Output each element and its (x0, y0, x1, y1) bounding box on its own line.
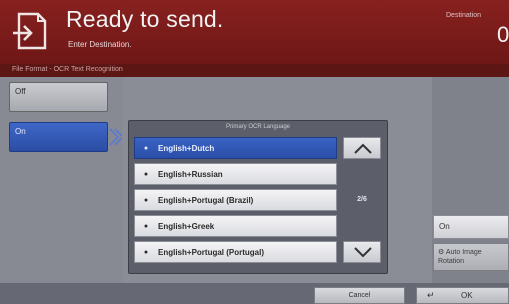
language-icon: ● (143, 222, 149, 230)
ocr-language-panel: Primary OCR Language ● English+Dutch ● E… (128, 120, 388, 274)
language-icon: ● (143, 248, 149, 256)
language-item-english-dutch[interactable]: ● English+Dutch (134, 137, 337, 159)
scroll-down-button[interactable] (343, 241, 381, 263)
language-icon: ● (143, 170, 149, 178)
scroll-up-button[interactable] (343, 137, 381, 159)
chevron-up-icon (354, 143, 372, 154)
auto-image-rotation-label: Auto Image Rotation (438, 249, 482, 265)
language-item-english-portugal-brazil[interactable]: ● English+Portugal (Brazil) (134, 189, 337, 211)
language-item-label: English+Portugal (Portugal) (158, 247, 265, 257)
ok-button[interactable]: ↵ OK (416, 287, 509, 304)
language-icon: ● (143, 144, 149, 152)
language-item-english-russian[interactable]: ● English+Russian (134, 163, 337, 185)
language-icon: ● (143, 196, 149, 204)
page-subtitle: Enter Destination. (68, 40, 132, 49)
option-column: Off On (0, 77, 124, 283)
panel-title: Primary OCR Language (225, 124, 291, 130)
language-item-english-portugal-portugal[interactable]: ● English+Portugal (Portugal) (134, 241, 337, 263)
on-button[interactable]: On (9, 122, 108, 152)
document-send-icon (13, 12, 47, 50)
destination-count: 0 (497, 22, 509, 47)
language-item-english-greek[interactable]: ● English+Greek (134, 215, 337, 237)
cancel-button[interactable]: Cancel (314, 287, 405, 304)
page-title: Ready to send. (66, 6, 224, 32)
section-bar: File Format - OCR Text Recognition (0, 64, 509, 77)
rotation-on-button[interactable]: On (433, 215, 509, 239)
destination-label: Destination (446, 12, 482, 19)
language-item-label: English+Greek (158, 221, 215, 231)
enter-icon: ↵ (427, 290, 435, 300)
auto-image-rotation-button[interactable]: ⚙ Auto Image Rotation (433, 243, 509, 271)
page-indicator: 2/6 (357, 196, 367, 203)
chevron-down-icon (354, 247, 372, 258)
section-title: File Format - OCR Text Recognition (12, 66, 123, 73)
ok-label: OK (461, 291, 473, 300)
off-button[interactable]: Off (9, 82, 108, 112)
language-item-label: English+Russian (158, 169, 223, 179)
language-item-label: English+Dutch (158, 143, 215, 153)
gear-icon: ⚙ (438, 249, 445, 256)
header-bar: Ready to send. Enter Destination. Destin… (0, 0, 509, 64)
language-item-label: English+Portugal (Brazil) (158, 195, 254, 205)
